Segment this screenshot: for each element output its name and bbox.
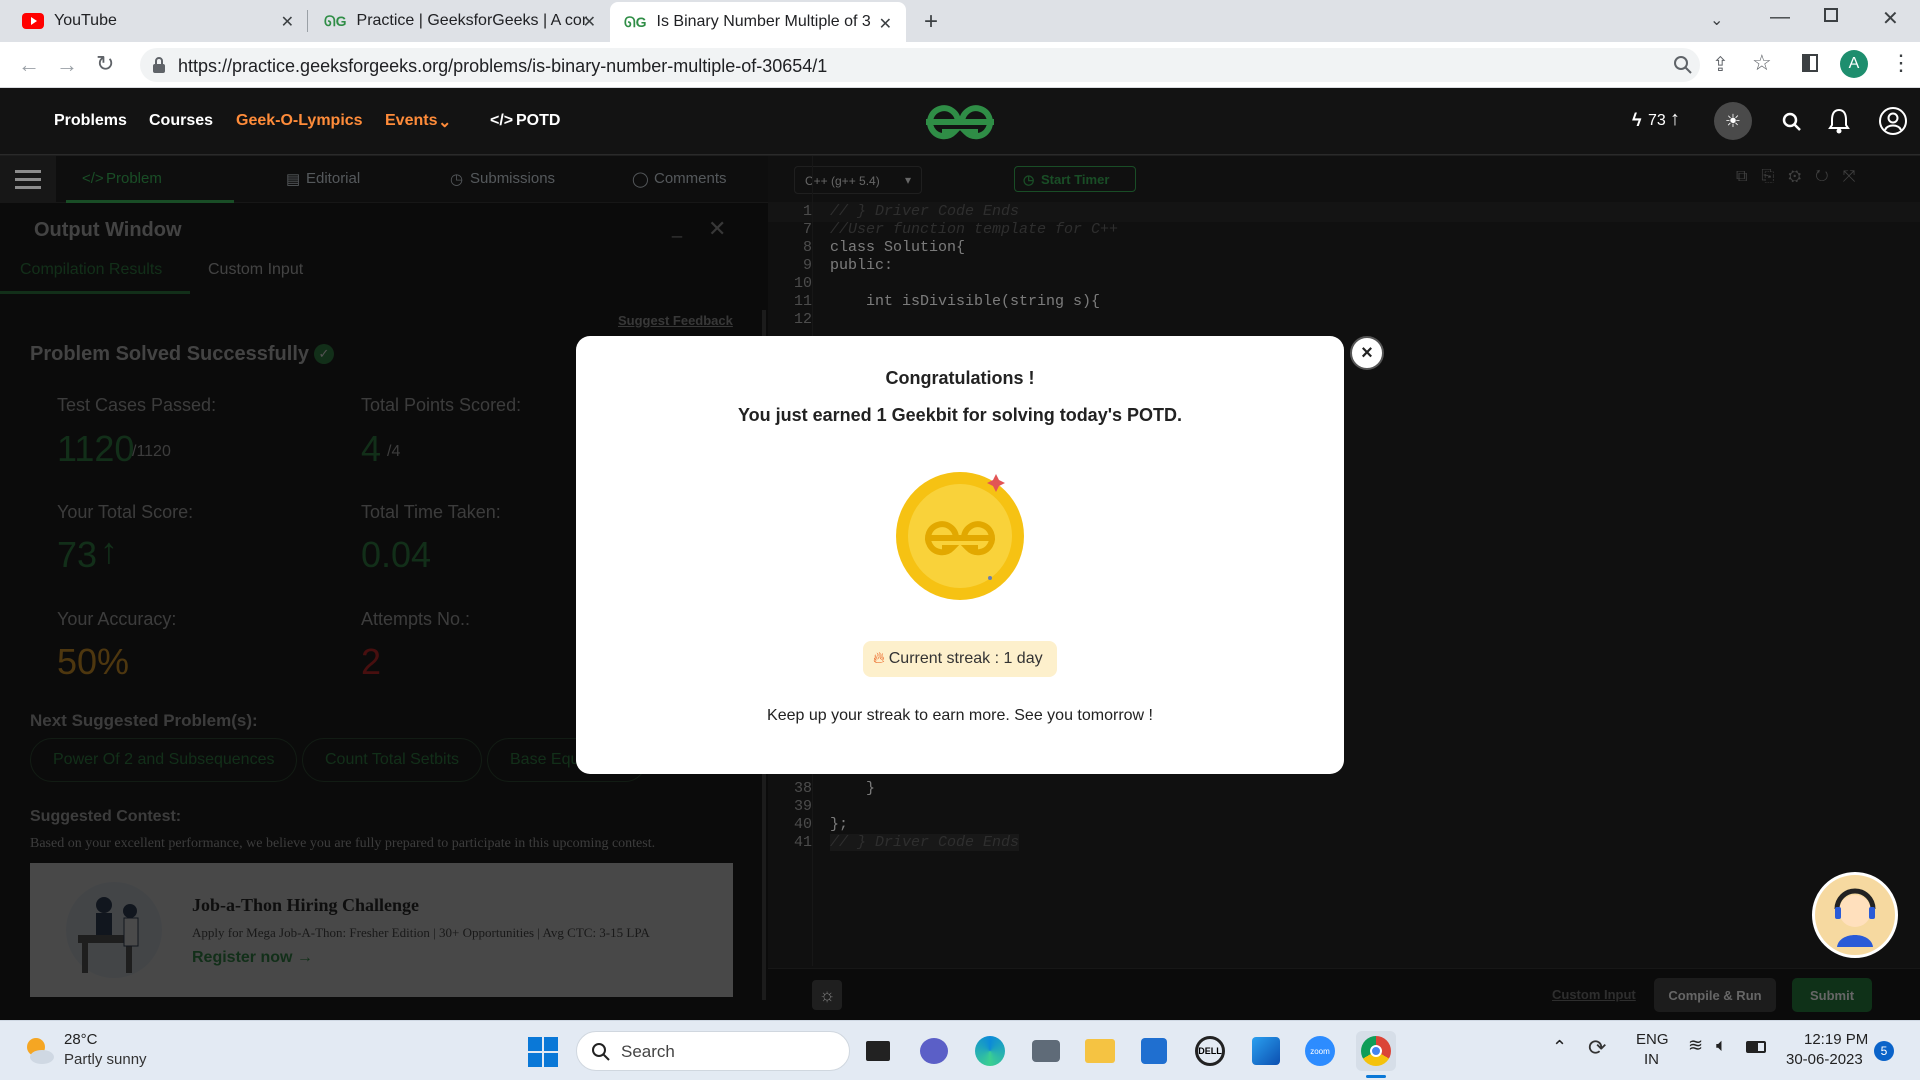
search-icon [592,1043,610,1061]
theme-toggle-icon[interactable]: ☀ [1714,102,1752,140]
nav-geek-o-lympics[interactable]: Geek-O-Lympics [236,112,363,130]
back-arrow-icon[interactable]: ← [18,52,40,78]
battery-icon[interactable] [1746,1041,1766,1053]
nav-problems[interactable]: Problems [54,112,127,130]
share-icon[interactable]: ⇪ [1712,52,1729,77]
edge-icon[interactable] [970,1031,1010,1071]
clock-time[interactable]: 12:19 PM [1804,1031,1868,1048]
forward-arrow-icon[interactable]: → [56,52,78,78]
taskbar-search-text: Search [621,1042,675,1061]
windows-taskbar: 28°C Partly sunny Search DELL zoom ⌃ ⟳ E… [0,1020,1920,1080]
youtube-icon [22,13,44,29]
url-field[interactable]: https://practice.geeksforgeeks.org/probl… [140,48,1700,82]
tab-active-problem[interactable]: ᘏG Is Binary Number Multiple of 3 | P ✕ [610,2,906,42]
language-in[interactable]: IN [1644,1051,1659,1068]
bell-icon[interactable] [1828,108,1850,134]
support-agent-icon [1834,888,1876,947]
streak-badge: 🔥︎ Current streak : 1 day [863,641,1057,677]
side-panel-icon[interactable] [1802,54,1818,72]
active-app-indicator [1366,1075,1386,1078]
chrome-menu-icon[interactable]: ⋮ [1890,50,1912,76]
lock-icon [153,57,165,73]
task-view-icon[interactable] [858,1031,898,1071]
tab-practice[interactable]: ᘏG Practice | GeeksforGeeks | A com ✕ [310,0,610,42]
gfg-logo-icon[interactable] [922,102,998,142]
modal-title: Congratulations ! [885,368,1035,388]
profile-avatar[interactable]: A [1840,50,1868,78]
dell-icon[interactable]: DELL [1190,1031,1230,1071]
modal-close-button[interactable]: × [1350,336,1384,370]
windows-start-icon[interactable] [528,1037,558,1067]
modal-footer-text: Keep up your streak to earn more. See yo… [767,707,1153,724]
notification-badge[interactable]: 5 [1874,1041,1894,1061]
restore-button[interactable] [1824,8,1838,22]
tab-youtube[interactable]: YouTube ✕ [8,0,308,42]
url-text: https://practice.geeksforgeeks.org/probl… [178,56,828,76]
reload-icon[interactable]: ↻ [96,51,114,77]
tab-title: Is Binary Number Multiple of 3 | P [656,13,873,30]
close-icon[interactable]: ✕ [879,14,892,34]
weather-sun-cloud-icon[interactable] [22,1033,56,1067]
header-score[interactable]: 73 [1648,112,1666,130]
browser-tabbar: YouTube ✕ ᘏG Practice | GeeksforGeeks | … [0,0,1920,42]
arrow-up-icon: ↑ [1670,108,1680,130]
code-icon: </> [490,112,514,129]
teams-chat-icon[interactable] [914,1031,954,1071]
zoom-icon[interactable]: zoom [1300,1031,1340,1071]
site-header: Problems Courses Geek-O-Lympics Events ⌄… [0,88,1920,155]
user-icon[interactable] [1878,106,1908,136]
tab-title: YouTube [54,12,117,29]
close-icon[interactable]: ✕ [583,12,596,32]
new-tab-button[interactable]: + [924,8,938,36]
lightning-icon: ϟ [1632,110,1642,130]
nav-courses[interactable]: Courses [149,112,213,130]
close-icon[interactable]: ✕ [281,12,294,32]
file-explorer-icon[interactable] [1080,1031,1120,1071]
fire-icon: 🔥︎ [873,650,885,667]
store-icon[interactable] [1134,1031,1174,1071]
gfg-icon: ᘏG [324,12,347,29]
tab-search-chevron-icon[interactable]: ⌄ [1710,10,1723,30]
taskbar-search[interactable]: Search [576,1031,850,1071]
address-bar-row: ← → ↻ https://practice.geeksforgeeks.org… [0,42,1920,88]
assistant-avatar[interactable] [1812,872,1898,958]
tray-chevron-up-icon[interactable]: ⌃ [1552,1037,1567,1058]
camera-icon[interactable] [1026,1031,1066,1071]
search-icon[interactable] [1782,112,1802,132]
geekbit-coin-icon [896,472,1024,600]
modal-subtitle: You just earned 1 Geekbit for solving to… [737,405,1183,425]
weather-desc[interactable]: Partly sunny [64,1051,147,1068]
wifi-icon[interactable]: ≋ [1688,1035,1703,1056]
window-close-button[interactable]: ✕ [1882,6,1899,31]
tab-title: Practice | GeeksforGeeks | A com [356,12,587,29]
weather-temp[interactable]: 28°C [64,1031,98,1048]
chevron-down-icon: ⌄ [438,114,452,131]
nav-events[interactable]: Events [385,112,437,130]
clock-date[interactable]: 30-06-2023 [1786,1051,1863,1068]
zoom-icon[interactable] [1674,56,1692,74]
streak-text: Current streak : 1 day [888,650,1043,667]
chrome-icon[interactable] [1356,1031,1396,1071]
language-eng[interactable]: ENG [1636,1031,1669,1048]
congrats-modal: Congratulations ! You just earned 1 Geek… [576,336,1344,774]
sync-icon[interactable]: ⟳ [1588,1035,1606,1061]
photos-icon[interactable] [1246,1031,1286,1071]
nav-potd[interactable]: POTD [516,112,560,130]
volume-icon[interactable]: 🔈︎ [1716,1035,1727,1056]
gfg-icon: ᘏG [624,13,647,30]
bookmark-star-icon[interactable]: ☆ [1752,50,1772,76]
minimize-button[interactable]: — [1770,6,1790,29]
